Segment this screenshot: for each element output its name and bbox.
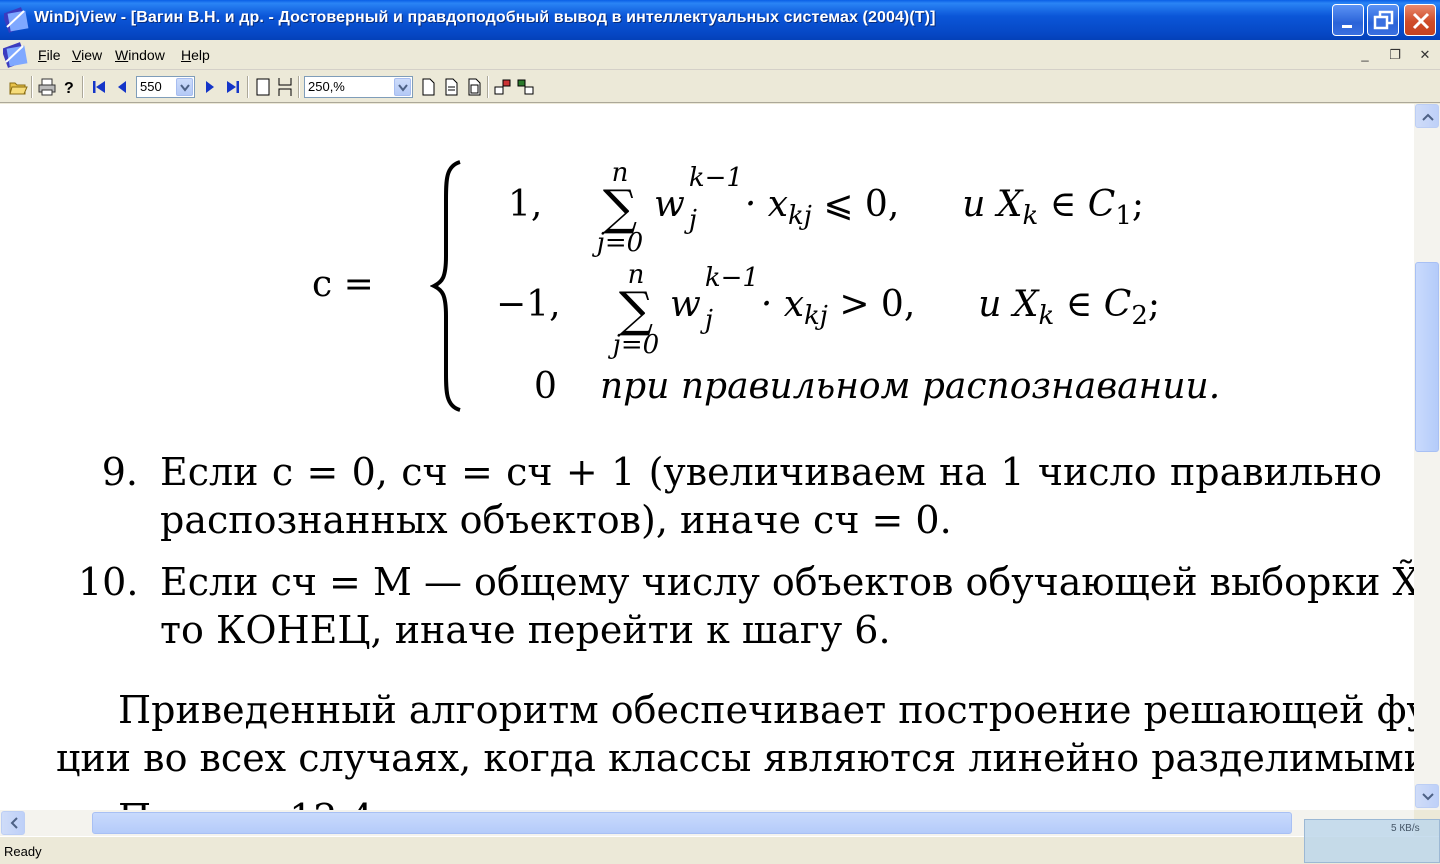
scroll-down-button[interactable] [1415,784,1439,808]
rotate-left-icon[interactable] [493,77,513,97]
fit-width-icon[interactable] [441,77,461,97]
step-number: 9. [101,450,138,494]
formula-row1-sum: n ∑ j=0 [590,160,650,256]
chevron-down-icon [1422,793,1434,801]
vertical-scroll-thumb[interactable] [1415,262,1439,452]
mdi-close-button[interactable]: ✕ [1414,44,1436,66]
close-button[interactable] [1404,4,1436,36]
sigma-symbol: ∑ [618,282,654,338]
sigma-symbol: ∑ [602,180,638,236]
chevron-up-icon [1422,113,1434,121]
title-bar[interactable]: WinDjView - [Вагин В.Н. и др. - Достовер… [0,0,1440,40]
formula-row1-value: 1, [508,184,543,225]
last-page-icon[interactable] [223,77,243,97]
chevron-left-icon [10,817,18,829]
single-page-icon[interactable] [253,77,273,97]
sum-lower-limit: j=0 [596,228,644,258]
page-number-value: 550 [140,79,162,94]
open-folder-icon[interactable] [8,77,28,97]
zoom-dropdown-button[interactable] [394,78,411,96]
zoom-combo[interactable]: 250,% [304,76,413,98]
zoom-value: 250,% [308,79,345,94]
chevron-down-icon [398,84,408,92]
help-icon[interactable]: ? [59,77,79,97]
chevron-down-icon [180,84,190,92]
menu-window[interactable]: Window [115,47,165,63]
continuous-page-icon[interactable] [275,77,295,97]
toolbar-separator [82,76,84,98]
minimize-icon [1342,25,1352,28]
minimize-button[interactable] [1332,4,1364,36]
first-page-icon[interactable] [89,77,109,97]
formula-row2-body: w k−1 j · xkj > 0, и Xk ∈ C2; [670,263,1160,335]
restore-icon [1373,10,1394,30]
window-title: WinDjView - [Вагин В.Н. и др. - Достовер… [34,9,936,26]
menu-help[interactable]: Help [181,47,210,63]
fit-page-icon[interactable] [464,77,484,97]
cutoff-heading: Пример 12.4 [118,796,374,810]
print-icon[interactable] [37,77,57,97]
status-bar: Ready 5 КB/s [0,819,1440,864]
toolbar-separator [298,76,300,98]
menu-file[interactable]: File [38,47,61,63]
formula-row2-sum: n ∑ j=0 [606,262,666,358]
horizontal-scroll-thumb[interactable] [92,812,1292,834]
next-page-icon[interactable] [200,77,220,97]
page-dropdown-button[interactable] [176,78,193,96]
step-number: 10. [78,560,139,604]
actual-size-icon[interactable] [418,77,438,97]
paragraph-line2: ции во всех случаях, когда классы являют… [56,736,1414,780]
formula-lhs: c = [312,264,374,305]
step-9-line1: Если c = 0, сч = сч + 1 (увеличиваем на … [160,450,1382,494]
svg-text:?: ? [64,80,74,97]
restore-button[interactable] [1367,4,1399,36]
scroll-left-button[interactable] [1,811,25,835]
step-9-line2: распознанных объектов), иначе сч = 0. [160,498,952,542]
sum-lower-limit: j=0 [612,330,660,360]
horizontal-scrollbar[interactable] [0,810,1414,836]
windjview-app-icon [4,7,29,33]
network-meter-widget[interactable]: 5 КB/s [1304,819,1440,863]
toolbar-separator [487,76,489,98]
vertical-scrollbar[interactable] [1414,104,1440,810]
document-page[interactable]: c = 1, n ∑ j=0 w k−1 j · xkj ⩽ 0, и Xk ∈ C1… [0,104,1414,810]
mdi-minimize-button[interactable]: _ [1354,44,1376,66]
menu-view[interactable]: View [72,47,102,63]
document-icon[interactable] [3,42,29,68]
formula-row1-body: w k−1 j · xkj ⩽ 0, и Xk ∈ C1; [654,163,1144,235]
step-10-line1: Если сч = M — общему числу объектов обуч… [160,560,1414,604]
previous-page-icon[interactable] [112,77,132,97]
formula-brace [430,160,461,412]
status-text: Ready [4,844,42,859]
menu-bar: File View Window Help _ ❐ ✕ [0,40,1440,70]
formula-row3-value: 0 [534,366,557,407]
rotate-right-icon[interactable] [516,77,536,97]
formula-row3-text: при правильном распознавании. [600,366,1221,407]
formula-row2-value: −1, [496,284,561,325]
scroll-up-button[interactable] [1415,104,1439,128]
page-number-combo[interactable]: 550 [136,76,195,98]
mdi-restore-button[interactable]: ❐ [1384,44,1406,66]
step-10-line2: то КОНЕЦ, иначе перейти к шагу 6. [160,608,891,652]
toolbar-separator [247,76,249,98]
close-icon [1412,12,1430,30]
toolbar: ? 550 250,% [0,71,1440,103]
network-speed: 5 КB/s [1391,823,1420,834]
mdi-controls: _ ❐ ✕ [1350,44,1440,66]
paragraph-line1: Приведенный алгоритм обеспечивает постро… [118,688,1414,732]
toolbar-separator [31,76,33,98]
